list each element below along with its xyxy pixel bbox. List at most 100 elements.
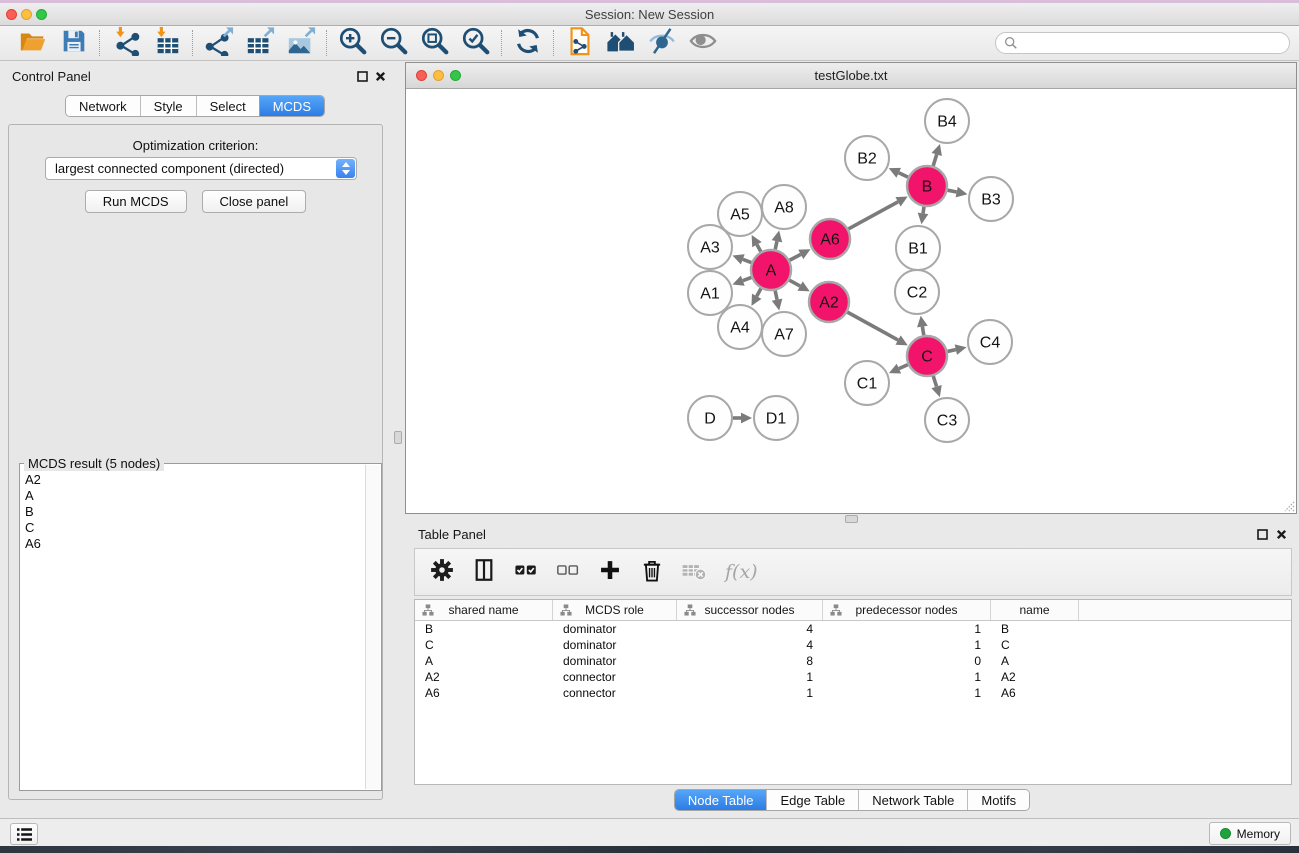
network-canvas[interactable]: B4B2BB3A8A5A6A3B1AA1C2A2A4A7C4CC1C3DD1: [406, 89, 1296, 513]
mcds-result-item[interactable]: C: [22, 520, 364, 536]
hide-selected-button[interactable]: [641, 28, 682, 59]
select-all-rows-button[interactable]: [511, 558, 540, 587]
table-cell[interactable]: 4: [677, 621, 823, 637]
deselect-all-rows-button[interactable]: [553, 558, 582, 587]
delete-table-button[interactable]: [679, 558, 708, 587]
graph-edge-A-A2[interactable]: [789, 280, 809, 291]
open-session-button[interactable]: [12, 28, 53, 59]
graph-node-D1[interactable]: D1: [754, 396, 798, 440]
table-float-panel-icon[interactable]: [1256, 528, 1269, 541]
graph-node-B1[interactable]: B1: [896, 226, 940, 270]
table-cell[interactable]: A: [991, 653, 1079, 669]
table-cell[interactable]: 0: [823, 653, 991, 669]
table-row[interactable]: A2connector11A2: [415, 669, 1291, 685]
table-cell[interactable]: 1: [677, 685, 823, 701]
table-cell[interactable]: A6: [415, 685, 553, 701]
graph-node-A6[interactable]: A6: [810, 219, 850, 259]
mcds-result-item[interactable]: A2: [22, 472, 364, 488]
graph-node-B[interactable]: B: [907, 166, 947, 206]
graph-node-A8[interactable]: A8: [762, 185, 806, 229]
table-close-panel-icon[interactable]: [1275, 528, 1288, 541]
graph-node-C1[interactable]: C1: [845, 361, 889, 405]
result-scrollbar[interactable]: [365, 465, 380, 789]
column-header-shared-name[interactable]: shared name: [415, 600, 553, 620]
graph-edge-B-B2[interactable]: [889, 168, 908, 178]
graph-edge-A-A4[interactable]: [751, 288, 761, 305]
vertical-splitter-handle[interactable]: [394, 431, 402, 444]
graph-node-A7[interactable]: A7: [762, 312, 806, 356]
table-cell[interactable]: connector: [553, 685, 677, 701]
close-panel-icon[interactable]: [374, 70, 387, 83]
optimization-criterion-select[interactable]: largest connected component (directed): [45, 157, 357, 180]
table-row[interactable]: Adominator80A: [415, 653, 1291, 669]
graph-edge-A2-C[interactable]: [847, 312, 907, 345]
graph-node-A4[interactable]: A4: [718, 305, 762, 349]
mcds-result-item[interactable]: A: [22, 488, 364, 504]
zoom-selected-button[interactable]: [455, 28, 496, 59]
tab-motifs[interactable]: Motifs: [967, 790, 1029, 810]
table-cell[interactable]: connector: [553, 669, 677, 685]
graph-edge-C-C4[interactable]: [947, 344, 966, 355]
table-cell[interactable]: dominator: [553, 637, 677, 653]
graph-node-B4[interactable]: B4: [925, 99, 969, 143]
graph-node-B3[interactable]: B3: [969, 177, 1013, 221]
column-header-predecessor-nodes[interactable]: predecessor nodes: [823, 600, 991, 620]
table-cell[interactable]: A: [415, 653, 553, 669]
table-cell[interactable]: dominator: [553, 621, 677, 637]
resize-grip-icon[interactable]: [1282, 499, 1295, 512]
table-settings-button[interactable]: [427, 558, 456, 587]
graph-node-A1[interactable]: A1: [688, 271, 732, 315]
graph-edge-A-A3[interactable]: [732, 254, 751, 264]
task-history-button[interactable]: [10, 823, 38, 845]
table-cell[interactable]: 4: [677, 637, 823, 653]
table-cell[interactable]: 1: [823, 621, 991, 637]
table-row[interactable]: A6connector11A6: [415, 685, 1291, 701]
table-cell[interactable]: 1: [823, 669, 991, 685]
zoom-fit-button[interactable]: [414, 28, 455, 59]
zoom-out-button[interactable]: [373, 28, 414, 59]
show-columns-button[interactable]: [469, 558, 498, 587]
graph-node-C2[interactable]: C2: [895, 270, 939, 314]
search-input[interactable]: [1018, 34, 1289, 52]
tab-network[interactable]: Network: [66, 96, 140, 116]
graph-node-C3[interactable]: C3: [925, 398, 969, 442]
graph-edge-A-A5[interactable]: [752, 235, 762, 252]
table-cell[interactable]: A6: [991, 685, 1079, 701]
run-mcds-button[interactable]: Run MCDS: [85, 190, 187, 213]
graph-edge-A-A7[interactable]: [772, 291, 783, 311]
search-field[interactable]: [995, 32, 1290, 54]
table-cell[interactable]: C: [991, 637, 1079, 653]
network-overview-button[interactable]: [600, 28, 641, 59]
graph-edge-A-A1[interactable]: [732, 276, 751, 286]
mcds-result-item[interactable]: B: [22, 504, 364, 520]
export-network-button[interactable]: [198, 28, 239, 59]
tab-select[interactable]: Select: [196, 96, 259, 116]
close-panel-button[interactable]: Close panel: [202, 190, 307, 213]
table-cell[interactable]: dominator: [553, 653, 677, 669]
tab-style[interactable]: Style: [140, 96, 196, 116]
graph-node-C[interactable]: C: [907, 336, 947, 376]
table-cell[interactable]: 1: [823, 637, 991, 653]
table-row[interactable]: Cdominator41C: [415, 637, 1291, 653]
import-table-button[interactable]: [146, 28, 187, 59]
graph-edge-B-B4[interactable]: [932, 144, 942, 166]
graph-edge-A-A8[interactable]: [772, 231, 783, 250]
graph-edge-C-C2[interactable]: [917, 316, 928, 336]
tab-edge-table[interactable]: Edge Table: [766, 790, 858, 810]
graph-edge-C-C3[interactable]: [931, 376, 941, 397]
graph-node-A2[interactable]: A2: [809, 282, 849, 322]
column-header-successor-nodes[interactable]: successor nodes: [677, 600, 823, 620]
table-cell[interactable]: A2: [415, 669, 553, 685]
graph-node-A3[interactable]: A3: [688, 225, 732, 269]
table-row[interactable]: Bdominator41B: [415, 621, 1291, 637]
refresh-view-button[interactable]: [507, 28, 548, 59]
export-table-button[interactable]: [239, 28, 280, 59]
mcds-result-item[interactable]: A6: [22, 536, 364, 552]
table-cell[interactable]: 1: [677, 669, 823, 685]
tab-mcds[interactable]: MCDS: [259, 96, 324, 116]
table-cell[interactable]: B: [415, 621, 553, 637]
duplicate-network-button[interactable]: [559, 28, 600, 59]
import-network-button[interactable]: [105, 28, 146, 59]
table-cell[interactable]: C: [415, 637, 553, 653]
memory-button[interactable]: Memory: [1209, 822, 1291, 845]
